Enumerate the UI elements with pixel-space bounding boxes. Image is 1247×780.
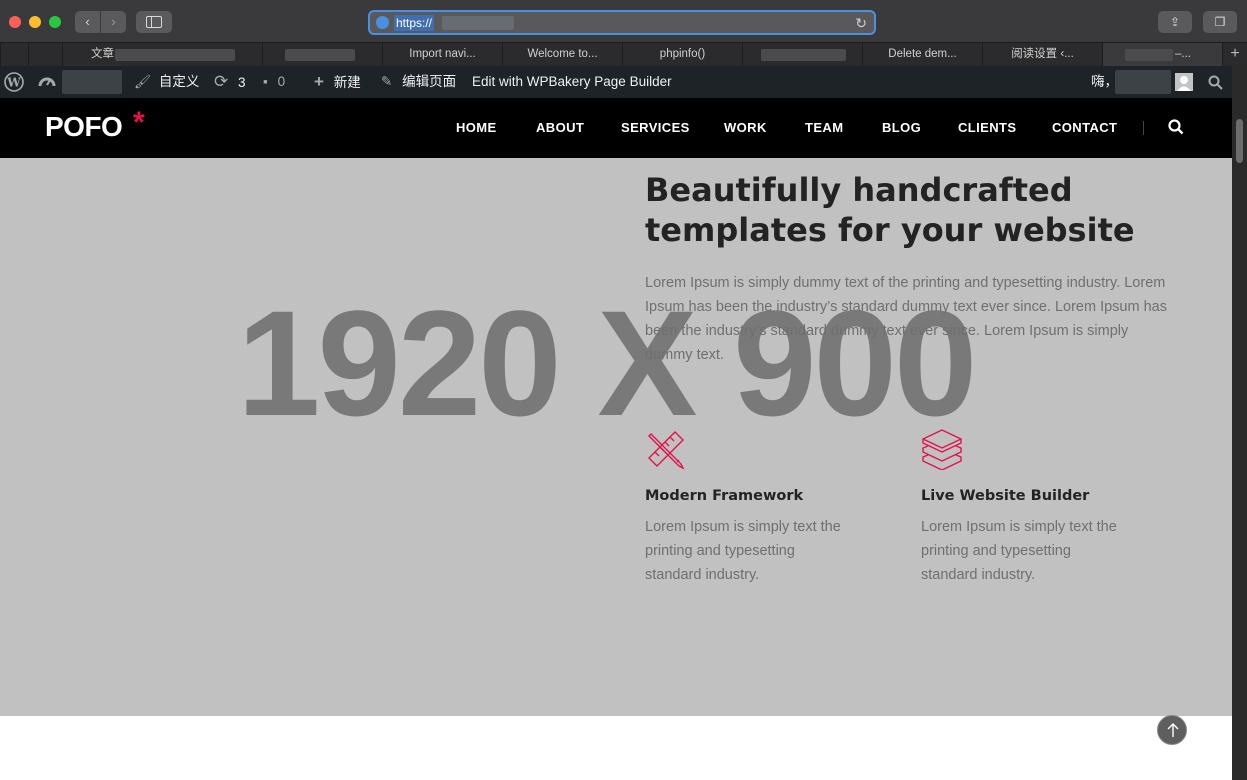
menu-item-services[interactable]: SERVICES (621, 98, 690, 158)
account-greeting[interactable]: 嗨， (1091, 66, 1118, 98)
menu-item-contact[interactable]: CONTACT (1052, 98, 1117, 158)
new-content-link[interactable]: + 新建 (314, 66, 361, 98)
redacted-url (442, 16, 514, 30)
tab-strip: 文章 Import navi... Welcome to... phpinfo(… (0, 42, 1247, 66)
sidebar-icon (146, 16, 162, 28)
menu-item-clients[interactable]: CLIENTS (958, 98, 1016, 158)
sidebar-toggle-button[interactable] (136, 11, 172, 33)
minimize-window-button[interactable] (29, 16, 41, 28)
scroll-to-top-button[interactable] (1157, 715, 1187, 745)
search-icon[interactable] (1168, 119, 1184, 135)
wpbakery-edit-link[interactable]: Edit with WPBakery Page Builder (472, 66, 672, 98)
close-window-button[interactable] (9, 16, 21, 28)
redacted-tab-title (1125, 49, 1173, 61)
tab-delete-demo[interactable]: Delete dem... (862, 43, 982, 66)
next-section (0, 716, 1232, 780)
tab-phpinfo[interactable]: phpinfo() (622, 43, 742, 66)
forward-button[interactable]: › (101, 11, 126, 33)
comment-bubble-icon: ▪ (263, 74, 268, 89)
section-heading: Beautifully handcrafted templates for yo… (645, 171, 1135, 249)
menu-item-blog[interactable]: BLOG (882, 98, 921, 158)
menu-item-work[interactable]: WORK (724, 98, 767, 158)
feature-text: Lorem Ipsum is simply text the printing … (921, 519, 1117, 583)
comments-link[interactable]: ▪ 0 (263, 66, 285, 98)
redacted-tab-title (115, 49, 235, 61)
show-tabs-button[interactable]: ❐ (1203, 11, 1237, 33)
site-logo[interactable]: POFO (45, 111, 123, 143)
dashboard-icon[interactable] (38, 66, 56, 98)
avatar[interactable] (1175, 73, 1193, 91)
feature-title: Live Website Builder (921, 488, 1090, 504)
feature-title: Modern Framework (645, 488, 804, 504)
back-button[interactable]: ‹ (75, 11, 100, 33)
menu-item-home[interactable]: HOME (456, 98, 497, 158)
scrollbar-thumb[interactable] (1236, 119, 1243, 163)
reload-icon[interactable]: ↻ (855, 14, 867, 32)
tab-active[interactable]: –... (1102, 43, 1222, 66)
wordpress-logo-icon[interactable]: W (4, 66, 24, 98)
updates-link[interactable]: ⟳ 3 (214, 66, 246, 98)
feature-text: Lorem Ipsum is simply text the printing … (645, 519, 841, 583)
page-scrollbar[interactable] (1232, 66, 1247, 780)
tab-pinned[interactable] (28, 43, 62, 66)
logo-star: * (133, 106, 145, 139)
redacted-username[interactable] (1115, 70, 1171, 94)
pencil-ruler-icon (648, 431, 685, 470)
tab-redacted[interactable] (742, 43, 862, 66)
hero-section: 1920 X 900 Beautifully handcrafted templ… (0, 158, 1232, 716)
pencil-icon: ✎ (381, 74, 393, 89)
new-tab-button[interactable]: + (1222, 43, 1247, 66)
arrow-up-icon (1167, 723, 1179, 737)
chevron-left-icon: ‹ (85, 14, 90, 29)
customize-link[interactable]: 🖌 自定义 (134, 66, 199, 98)
browser-toolbar: ‹ › https:// ↻ ⇪ ❐ (0, 0, 1247, 42)
paintbrush-icon: 🖌 (134, 74, 152, 89)
tab-redacted[interactable] (262, 43, 382, 66)
menu-divider (1143, 121, 1144, 135)
menu-item-team[interactable]: TEAM (805, 98, 843, 158)
redacted-tab-title (761, 49, 846, 61)
intro-paragraph: Lorem Ipsum is simply dummy text of the … (645, 275, 1167, 363)
refresh-icon: ⟳ (214, 72, 229, 91)
address-bar[interactable]: https:// ↻ (368, 10, 876, 35)
plus-icon: + (314, 72, 324, 91)
plus-icon: + (1230, 45, 1240, 62)
edit-page-link[interactable]: ✎ 编辑页面 (381, 66, 456, 98)
wp-admin-bar: W 🖌 自定义 ⟳ 3 ▪ 0 + 新建 ✎ 编辑页面 Edit with WP… (0, 66, 1232, 98)
chevron-right-icon: › (111, 14, 116, 29)
tab-welcome[interactable]: Welcome to... (502, 43, 622, 66)
browser-window: ‹ › https:// ↻ ⇪ ❐ 文章 Import navi... Wel… (0, 0, 1247, 780)
redacted-site-name[interactable] (62, 70, 122, 94)
zoom-window-button[interactable] (49, 16, 61, 28)
svg-text:W: W (6, 76, 21, 90)
redacted-tab-title (285, 49, 355, 61)
share-icon: ⇪ (1169, 15, 1181, 29)
tabs-overview-icon: ❐ (1214, 15, 1226, 29)
url-text[interactable]: https:// (394, 15, 435, 31)
search-icon[interactable] (1208, 66, 1223, 98)
menu-item-about[interactable]: ABOUT (536, 98, 584, 158)
site-header: POFO * HOME ABOUT SERVICES WORK TEAM BLO… (0, 98, 1232, 158)
layers-icon (922, 429, 962, 470)
globe-icon (376, 16, 389, 29)
tab-import[interactable]: Import navi... (382, 43, 502, 66)
tab-articles[interactable]: 文章 (62, 43, 262, 66)
share-button[interactable]: ⇪ (1158, 11, 1192, 33)
tab-reading-settings[interactable]: 阅读设置 ‹... (982, 43, 1102, 66)
tab-pinned[interactable] (0, 43, 28, 66)
